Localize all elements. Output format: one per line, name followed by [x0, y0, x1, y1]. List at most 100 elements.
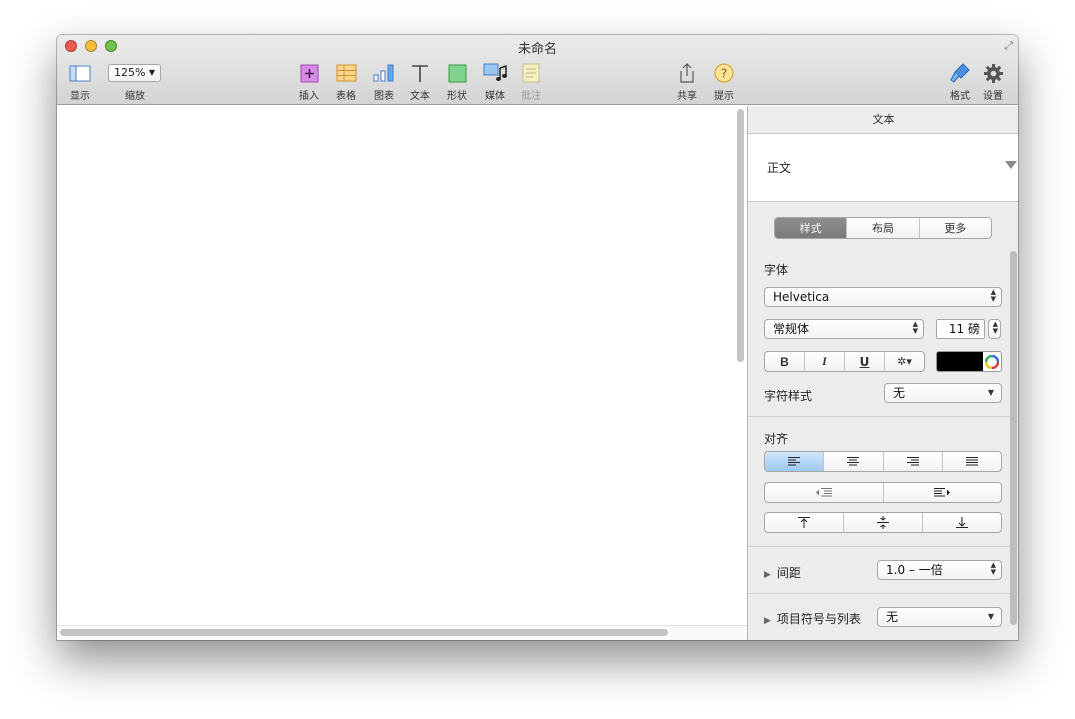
chart-label: 图表 — [374, 91, 394, 102]
font-size-value: 11 磅 — [948, 322, 980, 336]
underline-button[interactable]: U — [845, 352, 885, 371]
tab-style[interactable]: 样式 — [775, 218, 848, 238]
tips-button[interactable]: ? 提示 — [704, 62, 744, 102]
paragraph-style-selector[interactable]: 正文 — [748, 134, 1018, 202]
stepper-icon: ▲ ▼ — [992, 320, 998, 335]
text-label: 文本 — [410, 91, 430, 102]
indent-icon — [934, 488, 951, 497]
updown-icon: ▲ ▼ — [912, 320, 918, 335]
spacing-value: 1.0 – 一倍 — [886, 563, 943, 577]
align-left-icon — [788, 457, 801, 466]
zoom-dropdown[interactable]: 125% ▼ — [108, 64, 161, 82]
insert-label: 插入 — [299, 91, 319, 102]
outdent-icon — [815, 488, 832, 497]
bold-button[interactable]: B — [765, 352, 805, 371]
bullets-disclosure[interactable]: ▶ 项目符号与列表 — [764, 610, 861, 627]
align-middle-button[interactable] — [844, 513, 923, 532]
align-bottom-icon — [956, 517, 968, 528]
settings-button[interactable]: 设置 — [973, 62, 1013, 102]
font-size-stepper[interactable]: ▲ ▼ — [988, 319, 1001, 339]
view-button[interactable]: 显示 — [60, 62, 100, 102]
share-icon — [680, 63, 694, 83]
text-button[interactable]: 文本 — [400, 62, 440, 102]
font-family-select[interactable]: Helvetica ▲ ▼ — [764, 287, 1002, 307]
media-label: 媒体 — [485, 91, 505, 102]
chart-button[interactable]: 图表 — [364, 62, 404, 102]
align-bottom-button[interactable] — [923, 513, 1001, 532]
format-inspector: 文本 正文 样式 布局 更多 字体 Helvetica ▲ ▼ 常规体 ▲ ▼ 11… — [747, 106, 1018, 640]
align-center-button[interactable] — [824, 452, 884, 471]
chevron-down-icon: ▼ — [148, 68, 155, 77]
shape-label: 形状 — [447, 91, 467, 102]
bullets-value: 无 — [886, 610, 899, 624]
alignment-buttons — [764, 451, 1002, 472]
char-style-label: 字符样式 — [764, 389, 813, 403]
gear-icon — [983, 63, 1003, 83]
text-color-well[interactable] — [936, 351, 1002, 372]
align-justify-icon — [965, 457, 978, 466]
align-justify-button[interactable] — [943, 452, 1001, 471]
settings-label: 设置 — [983, 91, 1003, 102]
font-family-value: Helvetica — [773, 290, 830, 304]
bullets-select[interactable]: 无 ▼ — [877, 607, 1002, 627]
titlebar: 未命名 ⤢ 显示 125% ▼ 缩放 插入 表格 图表 文本 形状 媒体 批注 … — [57, 35, 1018, 105]
insert-icon — [300, 64, 318, 82]
table-button[interactable]: 表格 — [326, 62, 366, 102]
updown-icon: ▲ ▼ — [990, 288, 996, 303]
align-right-button[interactable] — [884, 452, 943, 471]
char-style-value: 无 — [893, 386, 906, 400]
vertical-scrollbar[interactable] — [737, 109, 744, 362]
spacing-select[interactable]: 1.0 – 一倍 ▲ ▼ — [877, 560, 1002, 580]
typeface-select[interactable]: 常规体 ▲ ▼ — [764, 319, 924, 339]
char-style-select[interactable]: 无 ▼ — [884, 383, 1002, 403]
disclosure-arrow-icon — [1005, 161, 1017, 169]
media-button[interactable]: 媒体 — [475, 62, 515, 102]
inspector-scrollbar[interactable] — [1010, 251, 1017, 625]
inspector-title: 文本 — [748, 106, 1018, 134]
media-icon — [483, 63, 507, 81]
decrease-indent-button[interactable] — [765, 483, 884, 502]
typeface-value: 常规体 — [773, 322, 810, 336]
increase-indent-button[interactable] — [884, 483, 1002, 502]
chevron-down-icon: ▼ — [987, 388, 994, 397]
align-middle-icon — [877, 516, 889, 529]
font-size-field[interactable]: 11 磅 — [936, 319, 985, 339]
color-wheel-icon — [985, 355, 999, 369]
indent-buttons — [764, 482, 1002, 503]
fullscreen-icon[interactable]: ⤢ — [1004, 39, 1013, 53]
share-button[interactable]: 共享 — [667, 62, 707, 102]
italic-button[interactable]: I — [805, 352, 845, 371]
align-top-button[interactable] — [765, 513, 844, 532]
comment-button[interactable]: 批注 — [511, 62, 551, 102]
insert-button[interactable]: 插入 — [289, 62, 329, 102]
tab-more[interactable]: 更多 — [920, 218, 991, 238]
table-label: 表格 — [336, 91, 356, 102]
zoom-label: 缩放 — [125, 91, 145, 102]
divider — [748, 416, 1018, 417]
text-style-buttons: B I U ✲▾ — [764, 351, 925, 372]
shape-button[interactable]: 形状 — [437, 62, 477, 102]
view-icon — [69, 65, 91, 81]
text-color-swatch — [937, 352, 983, 371]
align-right-icon — [906, 457, 919, 466]
text-options-gear-button[interactable]: ✲▾ — [885, 352, 924, 371]
align-center-icon — [847, 457, 860, 466]
horizontal-scrollbar[interactable] — [60, 629, 668, 636]
tips-label: 提示 — [714, 91, 734, 102]
bullets-label: 项目符号与列表 — [776, 612, 861, 626]
pages-window: 未命名 ⤢ 显示 125% ▼ 缩放 插入 表格 图表 文本 形状 媒体 批注 … — [57, 35, 1018, 640]
text-icon — [412, 64, 428, 82]
chart-icon — [373, 64, 394, 82]
align-left-button[interactable] — [765, 452, 825, 471]
help-icon: ? — [714, 63, 734, 83]
comment-label: 批注 — [521, 91, 541, 102]
zoom-label-wrap: 缩放 — [115, 87, 155, 102]
tab-layout[interactable]: 布局 — [847, 218, 920, 238]
divider — [748, 546, 1018, 547]
spacing-disclosure[interactable]: ▶ 间距 — [764, 564, 801, 581]
document-canvas[interactable] — [57, 106, 734, 625]
svg-text:?: ? — [721, 67, 727, 81]
disclosure-triangle-icon: ▶ — [764, 570, 771, 580]
inspector-tabs: 样式 布局 更多 — [774, 217, 992, 239]
paintbrush-icon — [950, 63, 970, 83]
